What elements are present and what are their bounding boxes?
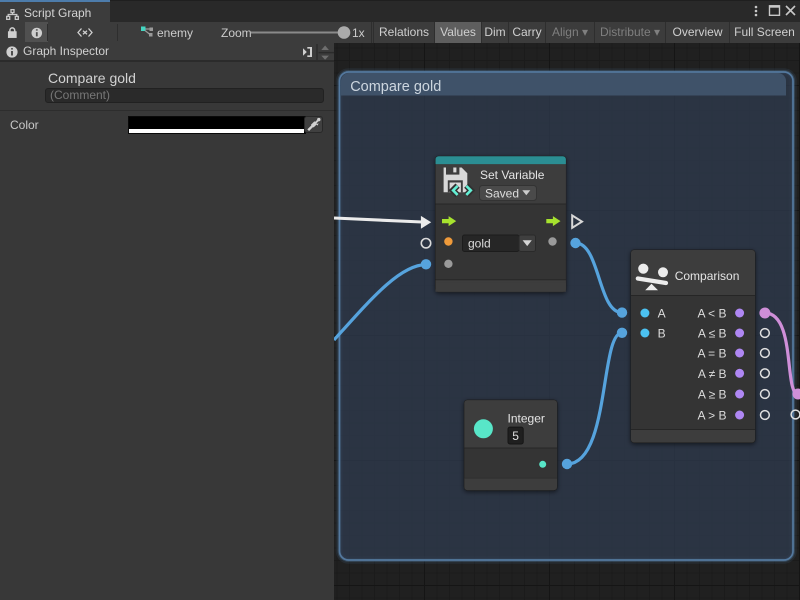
svg-text:Comparison: Comparison	[675, 269, 740, 283]
svg-text:B: B	[658, 327, 666, 341]
svg-text:A = B: A = B	[697, 347, 726, 361]
svg-text:A < B: A < B	[697, 307, 726, 321]
svg-text:5: 5	[512, 429, 519, 443]
svg-text:A ≥ B: A ≥ B	[698, 388, 727, 402]
svg-text:Set Variable: Set Variable	[480, 168, 545, 182]
svg-text:Integer: Integer	[508, 412, 545, 426]
svg-text:A: A	[658, 307, 666, 321]
svg-text:gold: gold	[468, 237, 491, 251]
svg-text:A ≤ B: A ≤ B	[698, 327, 727, 341]
svg-text:A > B: A > B	[697, 409, 726, 423]
svg-text:Compare gold: Compare gold	[350, 79, 441, 95]
svg-text:A ≠ B: A ≠ B	[698, 367, 727, 381]
svg-text:Saved: Saved	[485, 187, 519, 201]
